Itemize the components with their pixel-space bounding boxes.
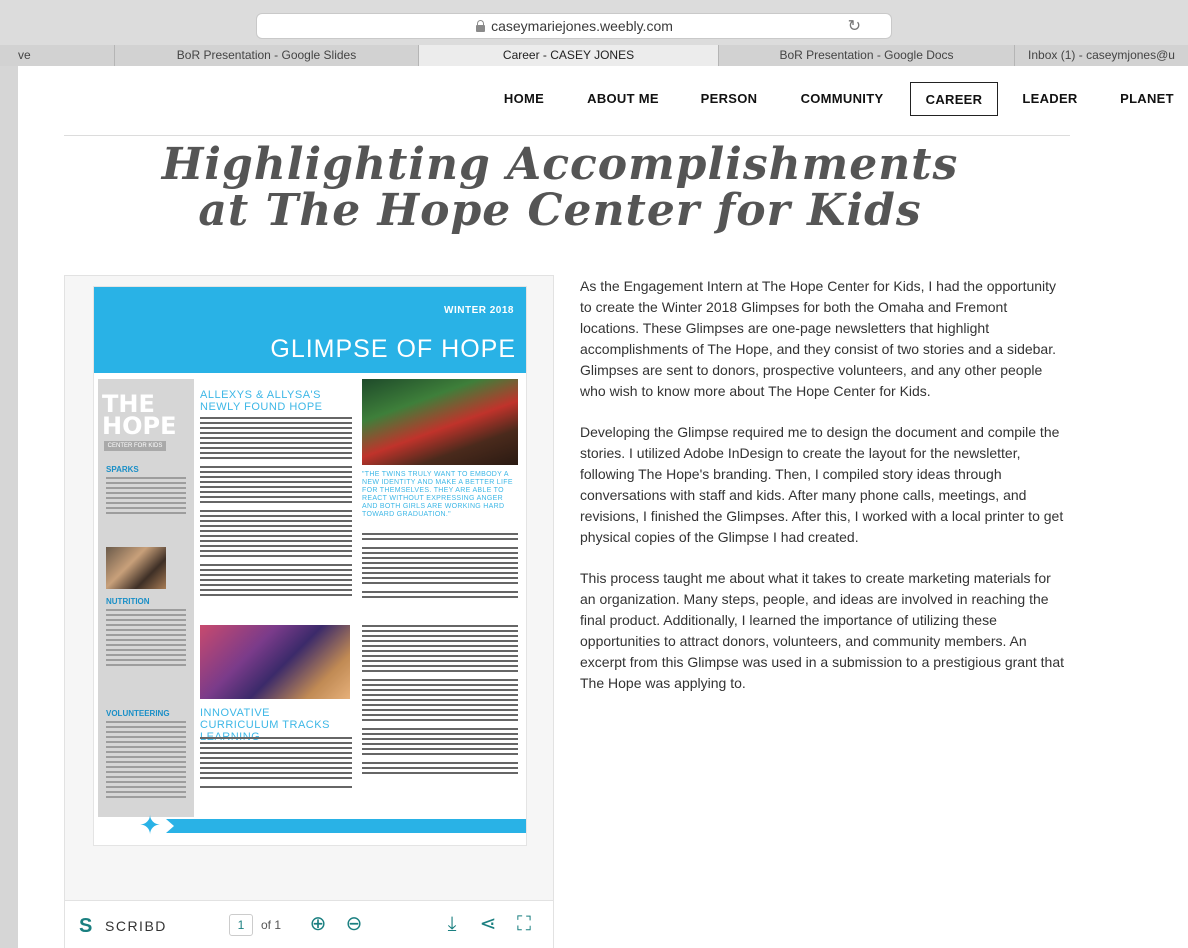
sidebar-text-nutrition — [106, 609, 186, 669]
hope-logo-line2: HOPE — [102, 412, 177, 440]
story2-body — [200, 737, 352, 791]
download-icon[interactable]: ⤓ — [439, 911, 465, 937]
share-icon[interactable]: ⋖ — [475, 911, 501, 937]
sidebar-photo — [106, 547, 166, 589]
fullscreen-icon[interactable]: ⛶ — [511, 911, 537, 937]
nav-career[interactable]: CAREER — [910, 82, 998, 116]
tab-bor-slides[interactable]: BoR Presentation - Google Slides — [114, 45, 418, 66]
article-body: As the Engagement Intern at The Hope Cen… — [580, 276, 1068, 714]
story2-body-continued — [362, 625, 518, 777]
nav-planet[interactable]: PLANET — [1112, 82, 1182, 116]
article-paragraph: As the Engagement Intern at The Hope Cen… — [580, 278, 1057, 399]
newsletter-sidebar: THE HOPE CENTER FOR KIDS SPARKS NUTRITIO… — [98, 379, 194, 817]
scribd-brand[interactable]: SCRIBD — [105, 918, 167, 934]
tab-bor-docs[interactable]: BoR Presentation - Google Docs — [718, 45, 1014, 66]
curriculum-photo — [200, 625, 350, 699]
site-nav: HOME ABOUT ME PERSON COMMUNITY CAREER LE… — [0, 82, 1188, 118]
viewer-toolbar: S SCRIBD 1 of 1 ⊕ ⊖ ⤓ ⋖ ⛶ — [65, 900, 553, 948]
scribd-logo-icon[interactable]: S — [79, 915, 92, 938]
sidebar-text-sparks — [106, 477, 186, 517]
story1-body — [200, 417, 352, 599]
newsletter-banner: WINTER 2018 GLIMPSE OF HOPE — [94, 287, 526, 373]
page-title-line2: at The Hope Center for Kids — [198, 185, 922, 236]
page-count: of 1 — [261, 918, 282, 932]
sidebar-heading-volunteering: VOLUNTEERING — [106, 709, 170, 718]
page-title: Highlighting Accomplishments at The Hope… — [120, 142, 1000, 234]
hope-star-icon: ✦ — [139, 810, 161, 840]
tab-inbox[interactable]: Inbox (1) - caseymjones@u — [1014, 45, 1188, 66]
story1-body-continued — [362, 533, 518, 601]
article-paragraph: Developing the Glimpse required me to de… — [580, 424, 1064, 545]
nav-leader[interactable]: LEADER — [1018, 82, 1082, 116]
newsletter-season: WINTER 2018 — [444, 305, 514, 316]
zoom-out-icon[interactable]: ⊖ — [341, 911, 367, 937]
hope-logo: THE HOPE — [102, 392, 177, 440]
twins-photo — [362, 379, 518, 465]
nav-divider — [64, 135, 1070, 136]
sidebar-heading-nutrition: NUTRITION — [106, 597, 150, 606]
story1-heading: ALLEXYS & ALLYSA'S NEWLY FOUND HOPE — [200, 389, 323, 413]
newsletter-title: GLIMPSE OF HOPE — [270, 335, 516, 363]
page-number-input[interactable]: 1 — [229, 914, 253, 936]
window-edge — [0, 66, 18, 948]
tab-bar: ve BoR Presentation - Google Slides Care… — [0, 45, 1188, 66]
nav-person[interactable]: PERSON — [694, 82, 764, 116]
lock-icon — [475, 20, 486, 32]
nav-home[interactable]: HOME — [496, 82, 552, 116]
address-bar[interactable]: caseymariejones.weebly.com ↻ — [256, 13, 892, 39]
page-title-line1: Highlighting Accomplishments — [161, 139, 959, 190]
sidebar-heading-sparks: SPARKS — [106, 465, 139, 474]
reload-icon[interactable]: ↻ — [848, 16, 861, 36]
tab-career[interactable]: Career - CASEY JONES — [418, 45, 718, 66]
nav-about-me[interactable]: ABOUT ME — [582, 82, 664, 116]
hope-logo-sub: CENTER FOR KIDS — [104, 441, 166, 451]
sidebar-text-volunteering — [106, 721, 186, 801]
nav-community[interactable]: COMMUNITY — [794, 82, 890, 116]
pull-quote: "THE TWINS TRULY WANT TO EMBODY A NEW ID… — [362, 471, 513, 518]
article-paragraph: This process taught me about what it tak… — [580, 570, 1064, 691]
tab-partial[interactable]: ve — [0, 45, 114, 66]
newsletter-page: WINTER 2018 GLIMPSE OF HOPE THE HOPE CEN… — [93, 286, 527, 846]
newsletter-footer — [166, 819, 526, 833]
zoom-in-icon[interactable]: ⊕ — [305, 911, 331, 937]
browser-chrome: caseymariejones.weebly.com ↻ ve BoR Pres… — [0, 0, 1188, 66]
url-text[interactable]: caseymariejones.weebly.com — [491, 18, 673, 34]
scribd-embed[interactable]: WINTER 2018 GLIMPSE OF HOPE THE HOPE CEN… — [64, 275, 554, 948]
